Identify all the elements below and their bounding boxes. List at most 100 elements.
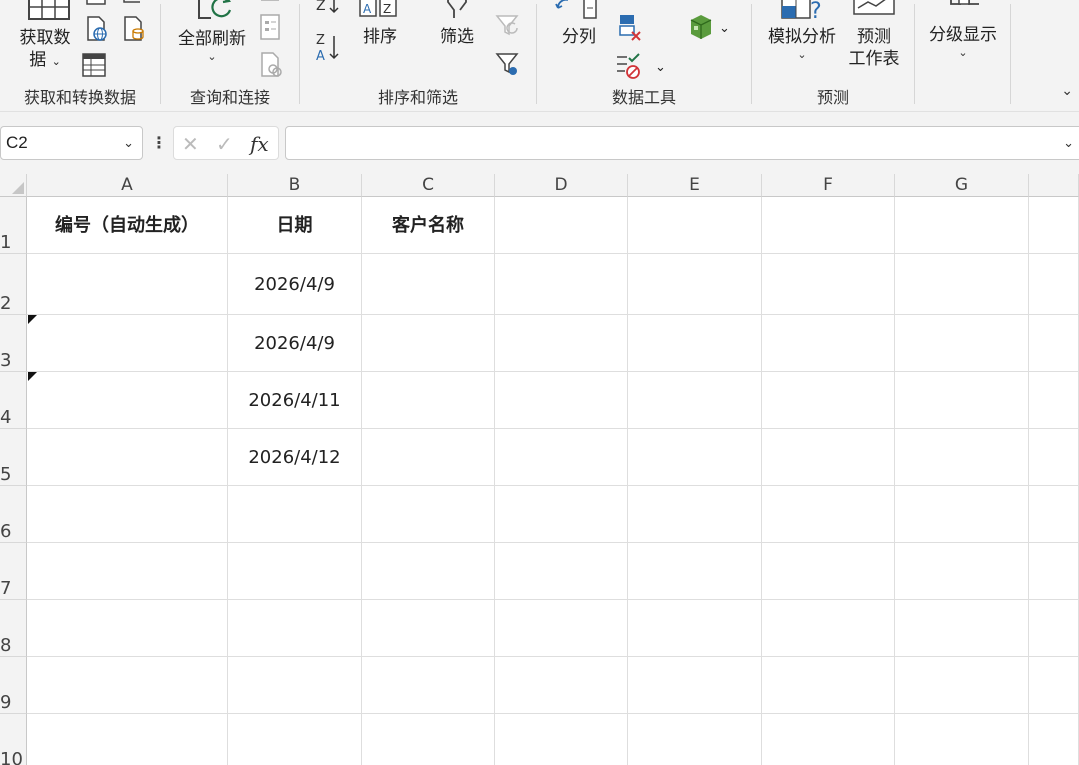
insert-function-icon[interactable]: fx [250, 132, 269, 156]
column-header-d[interactable]: D [495, 174, 628, 197]
cell-g7[interactable] [895, 543, 1029, 600]
error-indicator-icon[interactable] [28, 372, 37, 381]
cell-h1[interactable] [1029, 197, 1079, 254]
cell-b7[interactable] [228, 543, 362, 600]
cell-b9[interactable] [228, 657, 362, 714]
row-header-6[interactable]: 6 [0, 486, 27, 543]
cell-a10[interactable] [27, 714, 228, 765]
cell-d10[interactable] [495, 714, 628, 765]
cell-g8[interactable] [895, 600, 1029, 657]
cell-d9[interactable] [495, 657, 628, 714]
cell-e8[interactable] [628, 600, 762, 657]
cell-c5[interactable] [362, 429, 495, 486]
cell-b3[interactable]: 2026/4/9 [228, 315, 362, 372]
cell-f8[interactable] [762, 600, 895, 657]
chevron-down-icon[interactable]: ⌄ [719, 20, 730, 36]
cell-h5[interactable] [1029, 429, 1079, 486]
cell-h2[interactable] [1029, 254, 1079, 315]
forecast-sheet-button[interactable]: 预测 工作表 [844, 26, 904, 70]
column-header-e[interactable]: E [628, 174, 762, 197]
cell-g5[interactable] [895, 429, 1029, 486]
cell-g9[interactable] [895, 657, 1029, 714]
cell-f2[interactable] [762, 254, 895, 315]
cell-g4[interactable] [895, 372, 1029, 429]
from-web-icon[interactable] [85, 16, 109, 42]
cell-a2[interactable] [27, 254, 228, 315]
cell-e10[interactable] [628, 714, 762, 765]
cell-h4[interactable] [1029, 372, 1079, 429]
cell-b8[interactable] [228, 600, 362, 657]
cell-h9[interactable] [1029, 657, 1079, 714]
row-header-10[interactable]: 10 [0, 714, 27, 765]
cell-g6[interactable] [895, 486, 1029, 543]
cell-a6[interactable] [27, 486, 228, 543]
cell-c3[interactable] [362, 315, 495, 372]
row-header-9[interactable]: 9 [0, 657, 27, 714]
cell-c1[interactable]: 客户名称 [362, 197, 495, 254]
cell-g3[interactable] [895, 315, 1029, 372]
column-header-c[interactable]: C [362, 174, 495, 197]
manage-data-model-icon[interactable] [687, 12, 715, 42]
what-if-analysis-button[interactable]: 模拟分析 ⌄ [762, 26, 842, 62]
collapse-ribbon-icon[interactable]: ⌄ [1061, 82, 1073, 99]
chevron-down-icon[interactable]: ⌄ [123, 135, 134, 151]
properties-icon[interactable] [259, 14, 281, 40]
sort-za-icon[interactable]: Z [314, 0, 344, 18]
from-text-icon[interactable] [85, 0, 107, 6]
cell-b5[interactable]: 2026/4/12 [228, 429, 362, 486]
cell-f1[interactable] [762, 197, 895, 254]
cell-d5[interactable] [495, 429, 628, 486]
row-header-7[interactable]: 7 [0, 543, 27, 600]
cell-d8[interactable] [495, 600, 628, 657]
cell-d6[interactable] [495, 486, 628, 543]
column-header-g[interactable]: G [895, 174, 1029, 197]
cell-d3[interactable] [495, 315, 628, 372]
cell-b10[interactable] [228, 714, 362, 765]
cell-h8[interactable] [1029, 600, 1079, 657]
cell-h6[interactable] [1029, 486, 1079, 543]
cell-e7[interactable] [628, 543, 762, 600]
cell-d4[interactable] [495, 372, 628, 429]
outline-button[interactable]: 分级显示 ⌄ [923, 24, 1003, 60]
cell-a8[interactable] [27, 600, 228, 657]
row-header-3[interactable]: 3 [0, 315, 27, 372]
cell-b2[interactable]: 2026/4/9 [228, 254, 362, 315]
formula-input[interactable]: ⌄ [285, 126, 1079, 160]
cell-f5[interactable] [762, 429, 895, 486]
edit-links-icon[interactable] [259, 52, 283, 78]
column-header-a[interactable]: A [27, 174, 228, 197]
name-box[interactable]: C2 ⌄ [0, 126, 143, 160]
cell-b1[interactable]: 日期 [228, 197, 362, 254]
text-to-columns-button[interactable]: 分列 [553, 26, 605, 48]
cell-e3[interactable] [628, 315, 762, 372]
cell-c4[interactable] [362, 372, 495, 429]
cell-h7[interactable] [1029, 543, 1079, 600]
more-options-icon[interactable]: ⋮ [151, 133, 167, 153]
cell-c2[interactable] [362, 254, 495, 315]
cell-a5[interactable] [27, 429, 228, 486]
flash-fill-icon[interactable] [617, 0, 641, 4]
cell-d1[interactable] [495, 197, 628, 254]
cell-e2[interactable] [628, 254, 762, 315]
cell-d2[interactable] [495, 254, 628, 315]
cancel-icon[interactable]: ✕ [182, 132, 199, 157]
cell-a7[interactable] [27, 543, 228, 600]
enter-check-icon[interactable]: ✓ [216, 132, 233, 157]
cell-g10[interactable] [895, 714, 1029, 765]
cell-d7[interactable] [495, 543, 628, 600]
sort-az-icon[interactable]: ZA [314, 32, 344, 64]
column-header-b[interactable]: B [228, 174, 362, 197]
cell-e4[interactable] [628, 372, 762, 429]
cell-e9[interactable] [628, 657, 762, 714]
cell-a4[interactable] [27, 372, 228, 429]
remove-duplicates-icon[interactable] [617, 14, 643, 42]
cell-f10[interactable] [762, 714, 895, 765]
cell-c10[interactable] [362, 714, 495, 765]
cell-c7[interactable] [362, 543, 495, 600]
existing-connections-icon[interactable] [122, 16, 146, 42]
reapply-filter-icon[interactable] [495, 14, 521, 40]
row-header-4[interactable]: 4 [0, 372, 27, 429]
advanced-filter-icon[interactable] [495, 52, 521, 78]
cell-f6[interactable] [762, 486, 895, 543]
cell-e5[interactable] [628, 429, 762, 486]
